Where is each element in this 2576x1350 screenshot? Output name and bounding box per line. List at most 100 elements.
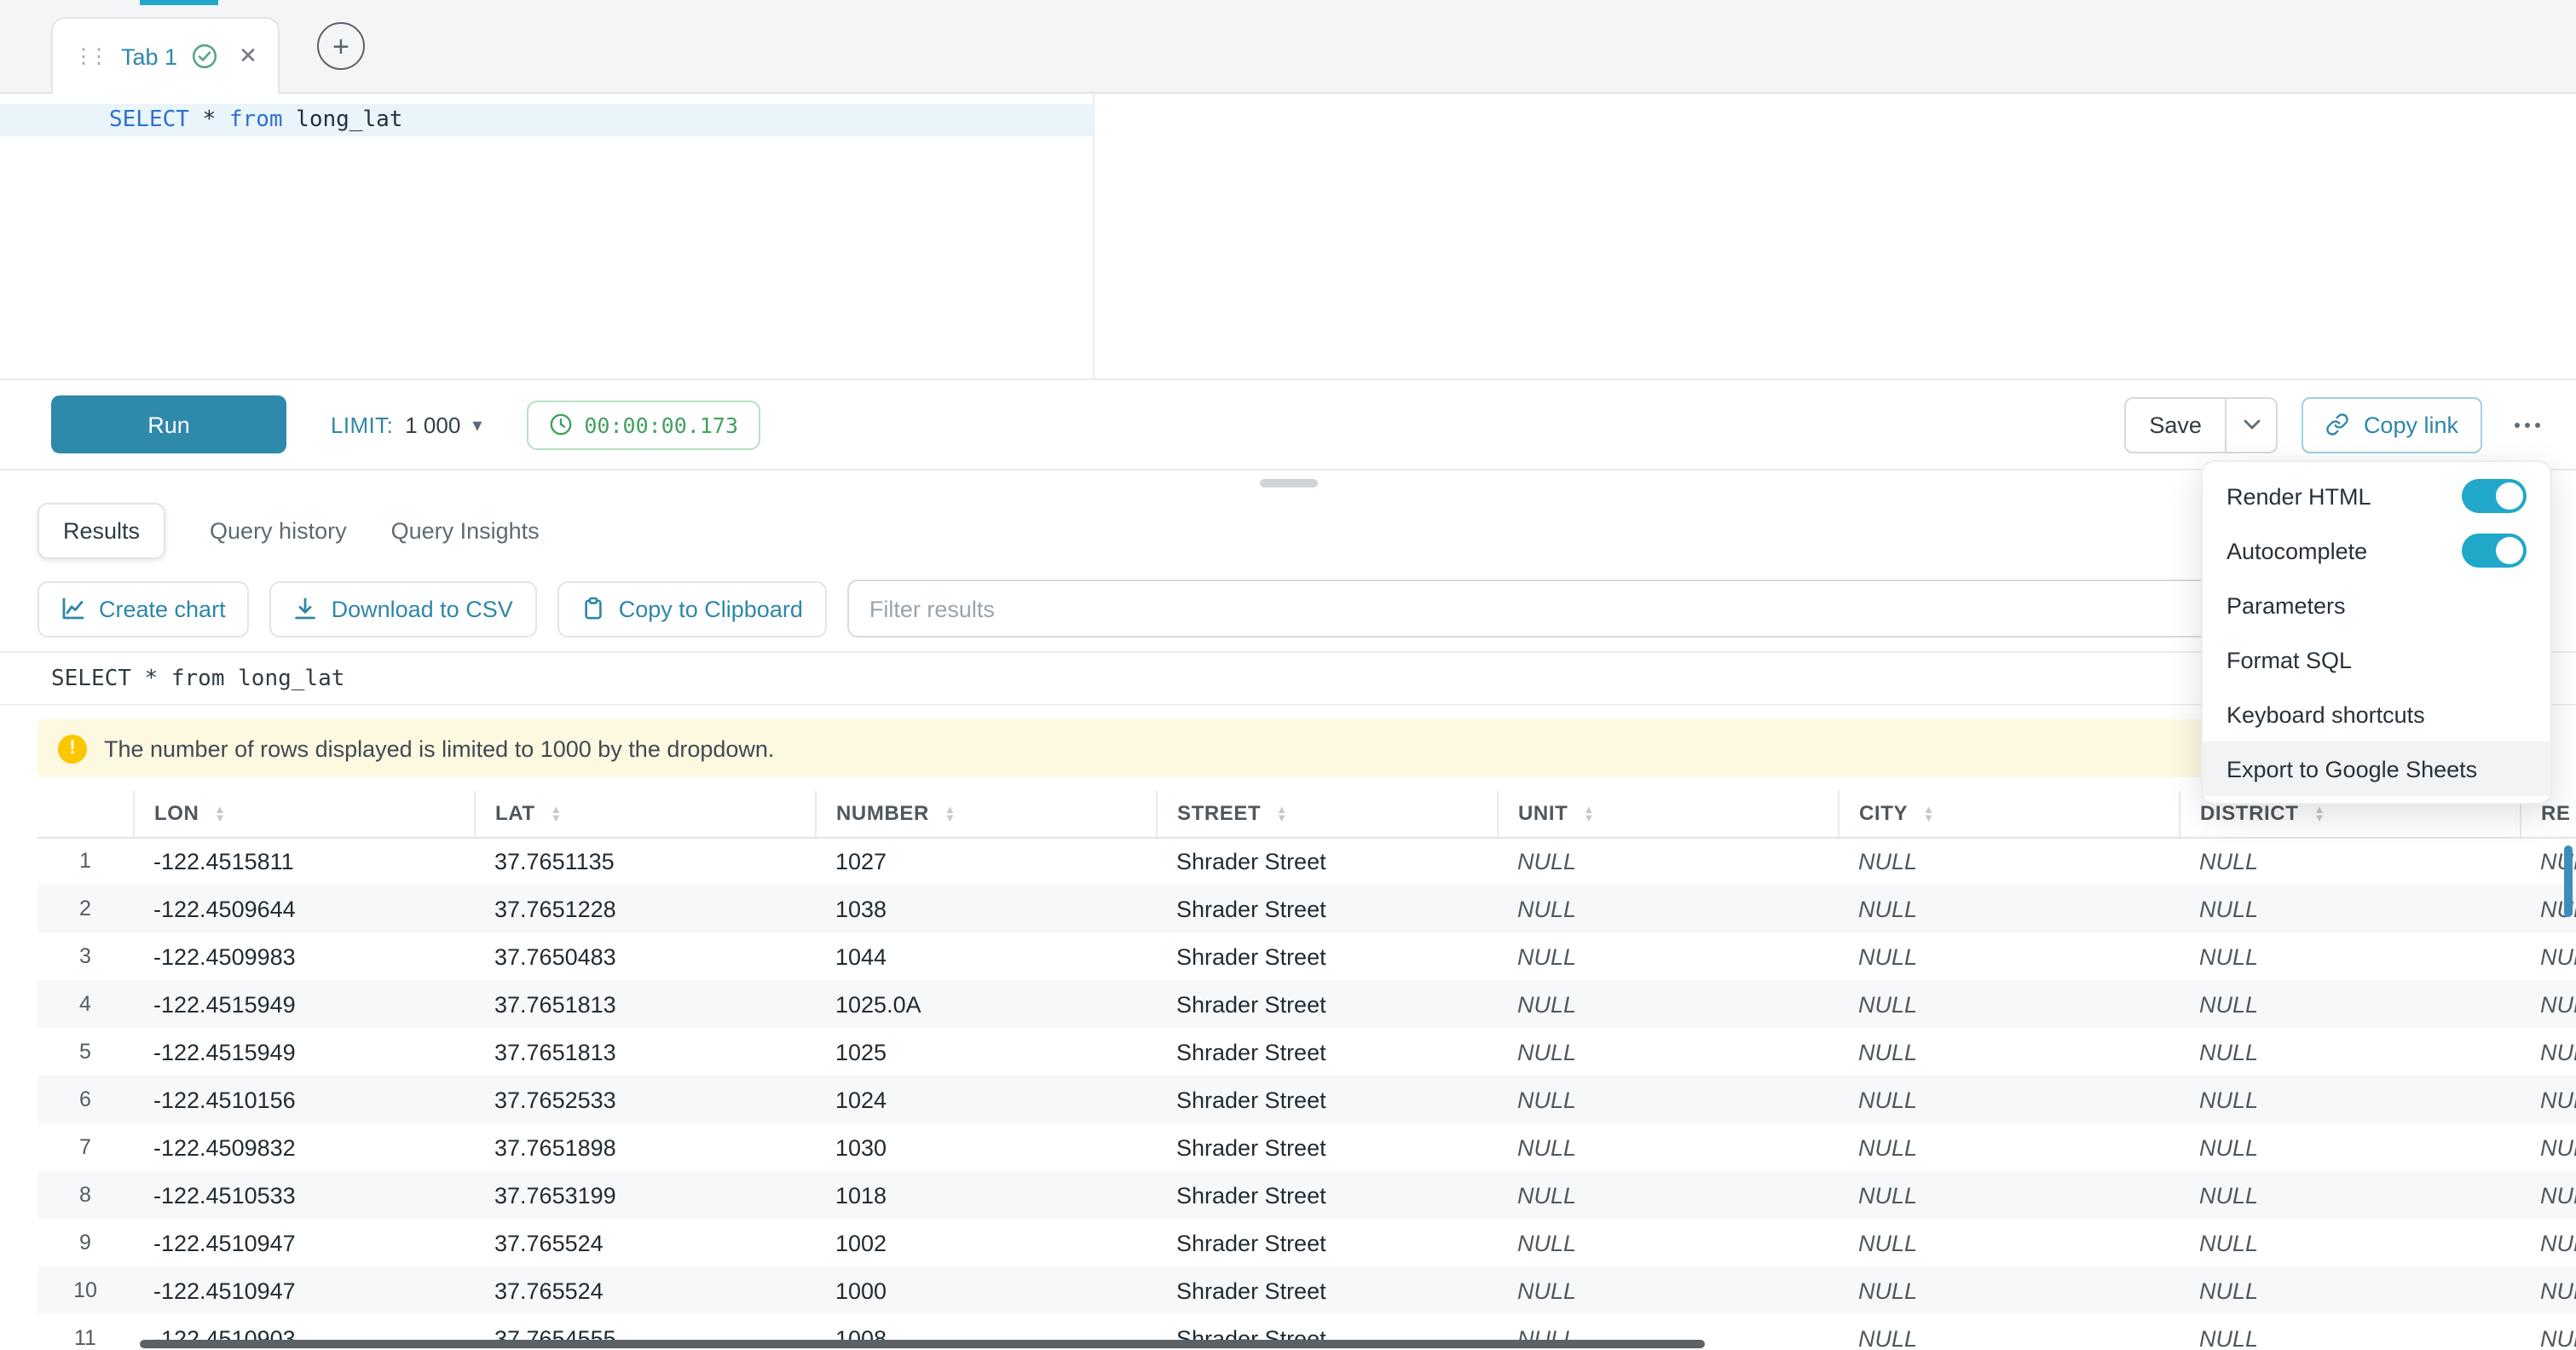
menu-item-format-sql[interactable]: Format SQL: [2203, 632, 2550, 687]
column-header-lon[interactable]: LON▲▼: [133, 791, 474, 837]
table-cell: NULL: [2520, 1171, 2576, 1219]
table-cell: Shrader Street: [1156, 1028, 1497, 1076]
table-cell: -122.4515949: [133, 980, 474, 1028]
table-cell: NULL: [2179, 1076, 2520, 1123]
table-cell: NULL: [1497, 1123, 1838, 1171]
menu-item-export-to-google-sheets[interactable]: Export to Google Sheets: [2203, 741, 2550, 796]
drag-handle-icon[interactable]: ⋮⋮: [73, 44, 107, 68]
save-dropdown-caret[interactable]: [2227, 396, 2279, 453]
more-actions-button[interactable]: [2506, 408, 2549, 441]
results-table-container[interactable]: LON▲▼LAT▲▼NUMBER▲▼STREET▲▼UNIT▲▼CITY▲▼DI…: [38, 791, 2576, 1350]
sort-icon[interactable]: ▲▼: [214, 806, 225, 823]
column-header-unit[interactable]: UNIT▲▼: [1497, 791, 1838, 837]
column-header-number[interactable]: NUMBER▲▼: [815, 791, 1156, 837]
tab-query-history[interactable]: Query history: [210, 517, 347, 543]
table-cell: NULL: [1497, 1219, 1838, 1266]
table-cell: Shrader Street: [1156, 1123, 1497, 1171]
copy-link-button[interactable]: Copy link: [2302, 396, 2482, 453]
clipboard-icon: [581, 597, 605, 620]
table-cell: NULL: [1838, 1171, 2179, 1219]
table-cell: 37.7652533: [474, 1076, 815, 1123]
menu-item-parameters[interactable]: Parameters: [2203, 578, 2550, 632]
table-cell: NULL: [1838, 1314, 2179, 1350]
create-chart-label: Create chart: [99, 596, 226, 621]
save-split-button: Save: [2123, 396, 2279, 453]
row-limit-warning: ! The number of rows displayed is limite…: [38, 719, 2549, 777]
horizontal-scrollbar[interactable]: [140, 1340, 1705, 1348]
download-csv-button[interactable]: Download to CSV: [270, 580, 537, 637]
menu-item-label: Render HTML: [2227, 483, 2371, 509]
table-cell: -122.4509983: [133, 932, 474, 980]
table-cell: 37.7651135: [474, 837, 815, 885]
table-cell: NULL: [1838, 980, 2179, 1028]
sql-lab-page: ⋮⋮ Tab 1 ✕ + 1 SELECT * from long_lat Ru…: [0, 0, 2576, 1350]
table-cell: 1000: [815, 1266, 1156, 1314]
table-cell: 1038: [815, 885, 1156, 932]
toggle-switch[interactable]: [2462, 534, 2527, 568]
column-header-street[interactable]: STREET▲▼: [1156, 791, 1497, 837]
row-number: 7: [38, 1123, 133, 1171]
column-label: CITY: [1859, 802, 1908, 826]
create-chart-button[interactable]: Create chart: [38, 580, 250, 637]
add-tab-button[interactable]: +: [317, 22, 365, 70]
sort-icon[interactable]: ▲▼: [1276, 806, 1287, 823]
row-number: 2: [38, 885, 133, 932]
table-cell: 37.7651228: [474, 885, 815, 932]
table-cell: NULL: [1497, 837, 1838, 885]
link-icon: [2326, 412, 2350, 436]
toggle-switch[interactable]: [2462, 479, 2527, 513]
table-cell: NULL: [2179, 1123, 2520, 1171]
row-number: 9: [38, 1219, 133, 1266]
table-cell: NULL: [2520, 1123, 2576, 1171]
menu-item-autocomplete[interactable]: Autocomplete: [2203, 523, 2550, 578]
table-cell: NULL: [2520, 1266, 2576, 1314]
table-cell: -122.4515811: [133, 837, 474, 885]
table-row: 4-122.451594937.76518131025.0AShrader St…: [38, 980, 2576, 1028]
table-row: 9-122.451094737.7655241002Shrader Street…: [38, 1219, 2576, 1266]
clock-icon: [548, 412, 572, 436]
chart-icon: [61, 597, 85, 620]
warning-icon: !: [58, 734, 87, 763]
table-cell: NULL: [2179, 885, 2520, 932]
table-cell: 1024: [815, 1076, 1156, 1123]
table-cell: 1044: [815, 932, 1156, 980]
table-cell: NULL: [2179, 1314, 2520, 1350]
sort-icon[interactable]: ▲▼: [1583, 806, 1594, 823]
query-tab[interactable]: ⋮⋮ Tab 1 ✕: [51, 17, 280, 94]
warning-text: The number of rows displayed is limited …: [104, 736, 774, 761]
table-cell: Shrader Street: [1156, 932, 1497, 980]
results-tabs: Results Query history Query Insights: [0, 494, 2576, 566]
table-cell: NULL: [1838, 1028, 2179, 1076]
menu-item-render-html[interactable]: Render HTML: [2203, 469, 2550, 523]
sort-icon[interactable]: ▲▼: [551, 806, 562, 823]
table-cell: NULL: [1838, 1219, 2179, 1266]
table-cell: NULL: [2179, 932, 2520, 980]
editor-gutter: 1: [0, 94, 99, 378]
column-header-lat[interactable]: LAT▲▼: [474, 791, 815, 837]
code-area[interactable]: SELECT * from long_lat: [99, 94, 2576, 378]
tab-query-insights[interactable]: Query Insights: [391, 517, 540, 543]
table-cell: NULL: [1497, 1171, 1838, 1219]
menu-item-label: Autocomplete: [2227, 538, 2367, 563]
save-button[interactable]: Save: [2123, 396, 2227, 453]
sql-editor[interactable]: 1 SELECT * from long_lat: [0, 94, 2576, 380]
sort-icon[interactable]: ▲▼: [2313, 806, 2325, 823]
vertical-scrollbar[interactable]: [2564, 845, 2573, 917]
results-actions-row: Create chart Download to CSV Copy to Cli…: [0, 566, 2576, 651]
run-button[interactable]: Run: [51, 395, 286, 453]
table-cell: 37.7651898: [474, 1123, 815, 1171]
code-token: long_lat: [283, 107, 403, 133]
panel-resize-handle[interactable]: [1259, 478, 1317, 487]
sort-icon[interactable]: ▲▼: [1923, 806, 1934, 823]
sort-icon[interactable]: ▲▼: [944, 806, 956, 823]
code-token: *: [189, 107, 229, 133]
limit-dropdown[interactable]: LIMIT: 1 000 ▾: [331, 412, 482, 437]
close-tab-icon[interactable]: ✕: [239, 43, 257, 70]
table-cell: NULL: [2520, 1219, 2576, 1266]
table-row: 2-122.450964437.76512281038Shrader Stree…: [38, 885, 2576, 932]
limit-value: 1 000: [405, 412, 460, 437]
tab-results[interactable]: Results: [38, 502, 165, 558]
copy-clipboard-button[interactable]: Copy to Clipboard: [557, 580, 827, 637]
menu-item-keyboard-shortcuts[interactable]: Keyboard shortcuts: [2203, 687, 2550, 741]
column-header-city[interactable]: CITY ▲▼: [1838, 791, 2179, 837]
